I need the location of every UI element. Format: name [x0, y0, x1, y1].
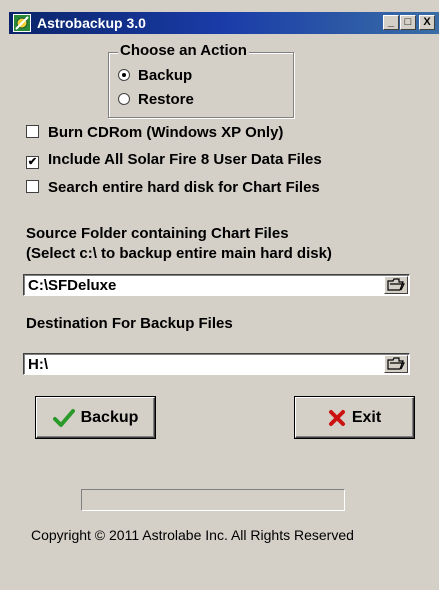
- radio-backup-label: Backup: [138, 67, 193, 84]
- checkmark-icon: [52, 408, 75, 427]
- source-label-line1: Source Folder containing Chart Files: [26, 225, 289, 242]
- progress-bar: [81, 489, 345, 511]
- destination-folder-input[interactable]: H:\: [23, 353, 410, 375]
- minimize-button[interactable]: _: [383, 15, 399, 30]
- radio-restore-label: Restore: [138, 91, 194, 108]
- radio-backup[interactable]: Backup: [118, 67, 192, 84]
- checkbox-search-disk[interactable]: Search entire hard disk for Chart Files: [26, 179, 320, 196]
- source-folder-input[interactable]: C:\SFDeluxe: [23, 274, 410, 296]
- checkbox-search-disk-label: Search entire hard disk for Chart Files: [48, 179, 320, 196]
- maximize-button[interactable]: □: [400, 15, 416, 30]
- checkbox-burn-cdrom[interactable]: Burn CDRom (Windows XP Only): [26, 124, 283, 141]
- close-button[interactable]: X: [419, 15, 435, 30]
- radio-button[interactable]: [118, 93, 130, 105]
- exit-button-label: Exit: [351, 408, 382, 426]
- copyright-text: Copyright © 2011 Astrolabe Inc. All Righ…: [31, 527, 354, 543]
- checkbox-include-user-data[interactable]: ✔ Include All Solar Fire 8 User Data File…: [26, 151, 322, 169]
- source-label-line2: (Select c:\ to backup entire main hard d…: [26, 245, 332, 262]
- checkbox-box-checked[interactable]: ✔: [26, 156, 39, 169]
- title-bar[interactable]: Astrobackup 3.0 _ □ X: [9, 12, 439, 34]
- app-icon: [13, 14, 31, 32]
- destination-folder-value: H:\: [28, 356, 48, 373]
- checkbox-box[interactable]: [26, 125, 39, 138]
- app-window: Astrobackup 3.0 _ □ X Choose an Action B…: [0, 0, 439, 590]
- checkbox-box[interactable]: [26, 180, 39, 193]
- folder-open-icon: [387, 357, 405, 370]
- backup-button[interactable]: Backup: [36, 397, 155, 438]
- window-title: Astrobackup 3.0: [37, 15, 146, 31]
- destination-browse-button[interactable]: [384, 355, 408, 373]
- action-groupbox: [108, 52, 294, 118]
- source-browse-button[interactable]: [384, 276, 408, 294]
- checkbox-include-user-data-label: Include All Solar Fire 8 User Data Files: [48, 151, 322, 168]
- source-folder-value: C:\SFDeluxe: [28, 277, 117, 294]
- checkbox-burn-cdrom-label: Burn CDRom (Windows XP Only): [48, 124, 284, 141]
- exit-button[interactable]: Exit: [295, 397, 414, 438]
- x-mark-icon: [328, 409, 345, 426]
- radio-restore[interactable]: Restore: [118, 91, 194, 108]
- backup-button-label: Backup: [80, 408, 139, 426]
- destination-label: Destination For Backup Files: [26, 315, 233, 332]
- radio-button-selected[interactable]: [118, 69, 130, 81]
- action-group-legend: Choose an Action: [118, 42, 249, 59]
- folder-open-icon: [387, 278, 405, 291]
